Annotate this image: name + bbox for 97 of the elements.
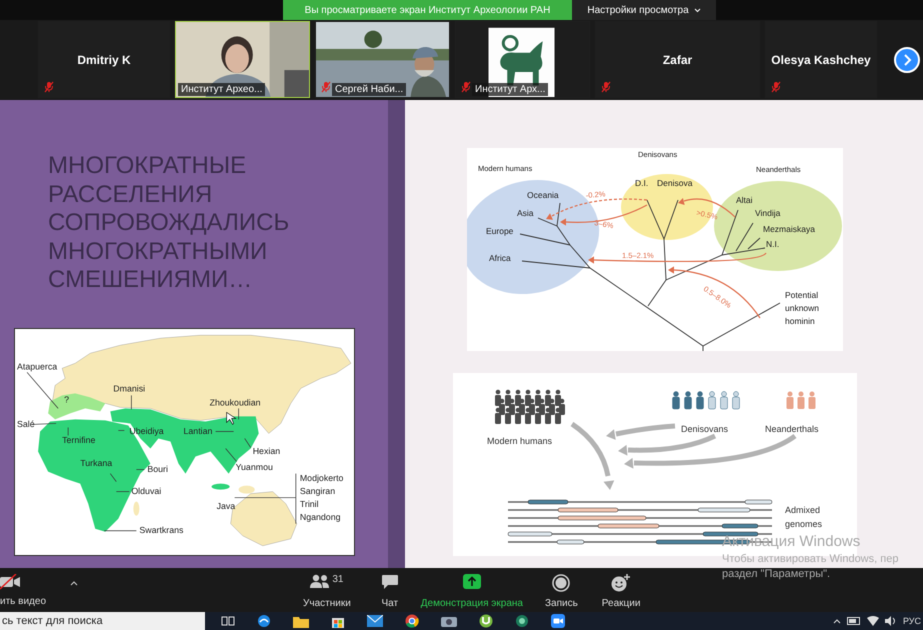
leader-line (110, 472, 117, 482)
participant-name: Zafar (662, 52, 692, 66)
participant-tile[interactable]: Сергей Наби... (315, 21, 450, 98)
map-label: Zhoukoudian (210, 397, 261, 408)
participant-tile[interactable]: Институт Археo... (175, 21, 310, 98)
share-screen-icon (462, 574, 481, 589)
caret-up-icon[interactable] (70, 581, 78, 586)
participant-tile[interactable]: Zafar (595, 21, 760, 98)
map-label: ? (64, 394, 70, 404)
torrent-icon[interactable] (479, 614, 493, 628)
leader-line (116, 490, 130, 492)
leader-line (32, 422, 56, 424)
map-label: Ngandong (300, 512, 340, 522)
tree-label: Potential unknown hominin (785, 290, 820, 326)
chrome-icon[interactable] (405, 614, 419, 628)
figure-label: Modern humans (487, 436, 552, 446)
map-label: Olduvai (131, 485, 162, 496)
leader-line (104, 530, 137, 531)
tree-label: Europe (486, 226, 514, 236)
participant-name: Сергей Наби... (332, 83, 406, 96)
share-banner: Вы просматриваете экран Институт Археологии РАН (283, 0, 572, 20)
map-label: Lantian (184, 425, 212, 436)
people-icon (310, 574, 330, 588)
map-label: Hexian (252, 445, 280, 456)
tree-label: Oceania (527, 190, 559, 200)
leader-line (26, 371, 58, 408)
camera-icon[interactable] (441, 615, 457, 627)
activation-watermark-text: раздел "Параметры". (722, 568, 832, 580)
leader-line (238, 408, 239, 420)
share-screen-button[interactable]: Демонстрация экрана (412, 568, 531, 612)
activation-watermark-text: Чтобы активировать Windows, пер (722, 553, 898, 565)
participant-name: Dmitriy K (77, 52, 131, 66)
reactions-button[interactable]: Реакции (594, 568, 648, 612)
tree-label: Altai (736, 195, 753, 205)
map-label: Bouri (147, 463, 168, 474)
tree-label: Asia (517, 208, 534, 218)
map-label: Salé (17, 418, 35, 428)
chat-button[interactable]: Чат (372, 568, 407, 612)
participant-tile[interactable]: Olesya Kashchey (765, 21, 877, 98)
next-page-button[interactable] (894, 46, 920, 72)
figure-label: Neanderthals (765, 424, 819, 434)
participant-name: Институт Археo... (178, 83, 266, 96)
browser-icon[interactable] (257, 614, 271, 628)
leader-line (244, 438, 252, 448)
crowd-drawing (495, 390, 565, 424)
leader-line (131, 394, 132, 410)
tree-label: N.I. (766, 239, 780, 249)
map-label: Sangiran (300, 485, 336, 496)
caret-up-icon[interactable] (832, 618, 841, 624)
battery-icon[interactable] (846, 617, 861, 625)
tree-label: D.I. (635, 178, 648, 188)
video-off-icon (0, 574, 22, 590)
participants-button[interactable]: 31 Участники (295, 568, 359, 612)
leader-line (225, 448, 237, 462)
folder-icon[interactable] (293, 614, 309, 628)
cursor-icon (226, 411, 237, 424)
video-camera-icon[interactable] (551, 614, 565, 628)
task-view-icon[interactable] (221, 615, 235, 627)
slide-title: МНОГОКРАТНЫЕ РАССЕЛЕНИЯ СОПРОВОЖДАЛИСЬ МНОГОКРАТНЫМИ СМЕШЕНИЯМИ… (47, 151, 288, 294)
participant-tile[interactable]: Институт Арх... (455, 21, 590, 98)
record-icon (552, 574, 570, 592)
speaker-icon[interactable] (884, 616, 897, 626)
smiley-plus-icon (611, 574, 632, 592)
wifi-icon[interactable] (866, 616, 879, 626)
crowd-drawing (672, 391, 740, 410)
arrow (678, 198, 736, 218)
map-label: Yuanmou (236, 461, 273, 472)
mail-icon[interactable] (367, 615, 383, 627)
participant-name: Olesya Kashchey (771, 52, 871, 66)
figure-label: Denisovans (681, 424, 728, 434)
search-field[interactable]: сь текст для поиска (0, 612, 205, 630)
map-label: Modjokerto (300, 472, 344, 482)
map-label: Dmanisi (113, 383, 146, 394)
stop-video-button[interactable]: ить видео (0, 568, 46, 607)
map-label: Atapuerca (17, 361, 58, 372)
record-button[interactable]: Запись (536, 568, 586, 612)
chat-icon (380, 574, 399, 590)
map-label: Turkana (80, 457, 112, 468)
crowd-drawing (786, 392, 816, 409)
chevron-right-icon (902, 54, 912, 66)
participant-count: 31 (332, 574, 344, 585)
tree-label: Africa (489, 253, 511, 263)
caret-icon (694, 8, 701, 12)
tree-label: Vindija (755, 208, 780, 218)
participant-tile[interactable]: Dmitriy K (38, 21, 170, 98)
view-settings-button[interactable]: Настройки просмотра (572, 0, 716, 20)
leader-line (215, 430, 234, 432)
map-label: Swartkrans (139, 524, 184, 535)
leader-line (136, 468, 145, 470)
map-label: Java (216, 500, 236, 511)
language-indicator[interactable]: РУС (902, 616, 921, 626)
figure-label: Admixed genomes (785, 505, 822, 529)
map-label: Ternifine (62, 434, 96, 444)
map-label: Trinil (300, 498, 319, 509)
participant-name: Институт Арх... (472, 83, 548, 96)
tree-label: Mezmaiskaya (763, 224, 815, 234)
tree-label: Denisova (657, 178, 692, 188)
